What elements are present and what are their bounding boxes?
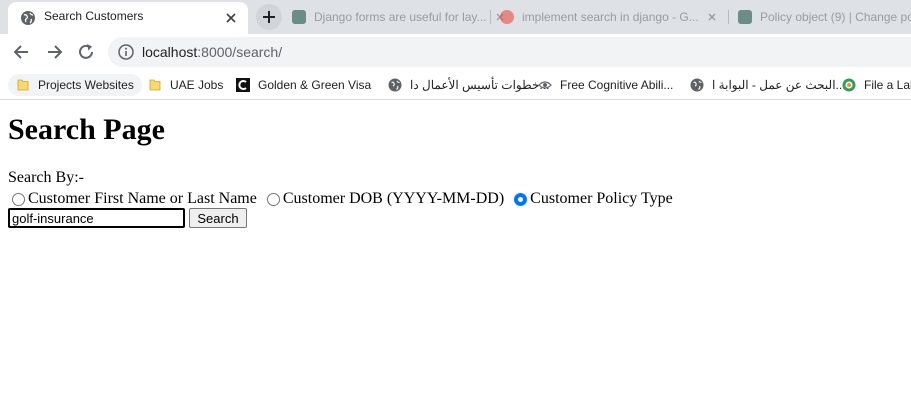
info-icon[interactable]	[118, 44, 134, 60]
bookmark-business-setup[interactable]: خطوات تأسيس الأعمال دا...	[388, 74, 549, 96]
url-path: :8000/search/	[197, 44, 283, 60]
radio-label-customer-name[interactable]: Customer First Name or Last Name	[28, 190, 257, 208]
django-icon	[292, 10, 306, 24]
tab-divider	[490, 10, 491, 24]
bookmark-label: Golden & Green Visa	[258, 78, 372, 92]
tab-title: Search Customers	[44, 9, 144, 23]
reload-icon[interactable]	[76, 42, 96, 62]
search-by-label: Search By:-	[8, 169, 84, 186]
radio-customer-policy-type[interactable]	[514, 192, 528, 206]
plus-icon	[263, 11, 275, 23]
page-content: Search Page Search By:- Customer First N…	[0, 101, 911, 409]
browser-toolbar: localhost:8000/search/	[0, 34, 911, 70]
page-title: Search Page	[8, 113, 165, 146]
tab-django-forms[interactable]: Django forms are useful for lay...	[292, 6, 505, 28]
tab-policy-object[interactable]: Policy object (9) | Change pol...	[738, 6, 911, 28]
tab-strip: Search Customers Django forms are useful…	[0, 0, 911, 34]
close-icon[interactable]	[707, 12, 717, 22]
eye-icon	[538, 81, 552, 89]
address-bar[interactable]: localhost:8000/search/	[108, 37, 911, 67]
forward-arrow-icon[interactable]	[44, 42, 64, 62]
globe-icon	[690, 78, 704, 92]
tab-title: Django forms are useful for lay...	[314, 10, 487, 24]
folder-icon	[17, 79, 29, 91]
tab-search-customers[interactable]: Search Customers	[8, 2, 248, 34]
google-icon	[500, 10, 514, 24]
back-arrow-icon[interactable]	[12, 42, 32, 62]
tab-title: Policy object (9) | Change pol...	[760, 10, 911, 24]
globe-icon	[388, 78, 402, 92]
radio-customer-dob[interactable]	[266, 192, 280, 206]
bookmark-label: Projects Websites	[38, 78, 134, 92]
bookmark-golden-green-visa[interactable]: Golden & Green Visa	[236, 74, 371, 96]
bookmark-label: خطوات تأسيس الأعمال دا...	[410, 78, 550, 92]
radio-customer-name[interactable]	[12, 192, 25, 206]
search-button[interactable]: Search	[189, 208, 247, 228]
bookmark-label: البحث عن عمل - البوابة ا...	[712, 78, 846, 92]
bookmark-label: UAE Jobs	[170, 78, 224, 92]
bookmarks-bar: Projects Websites UAE Jobs Golden & Gree…	[0, 70, 911, 100]
globe-icon	[21, 11, 35, 25]
emblem-icon	[842, 78, 856, 92]
search-type-options: Customer First Name or Last Name Custome…	[12, 189, 683, 209]
tab-divider	[728, 10, 729, 24]
django-icon	[738, 10, 752, 24]
tab-google-search[interactable]: implement search in django - G...	[500, 6, 717, 28]
c-logo-icon	[236, 78, 250, 92]
close-icon[interactable]	[224, 11, 238, 25]
new-tab-button[interactable]	[256, 4, 282, 30]
radio-label-customer-policy-type[interactable]: Customer Policy Type	[530, 190, 673, 208]
folder-icon	[149, 79, 161, 91]
bookmark-uae-jobs[interactable]: UAE Jobs	[148, 74, 223, 96]
url-text[interactable]: localhost:8000/search/	[142, 44, 282, 60]
bookmark-file-a-lab[interactable]: File a Lab	[842, 74, 911, 96]
radio-label-customer-dob[interactable]: Customer DOB (YYYY-MM-DD)	[283, 190, 504, 208]
tab-title: implement search in django - G...	[522, 10, 699, 24]
bookmark-job-search[interactable]: البحث عن عمل - البوابة ا...	[690, 74, 846, 96]
url-host: localhost	[142, 44, 198, 60]
bookmark-projects-websites[interactable]: Projects Websites	[8, 74, 142, 96]
bookmark-label: File a Lab	[864, 78, 911, 92]
bookmark-label: Free Cognitive Abili...	[560, 78, 674, 92]
bookmark-free-cognitive[interactable]: Free Cognitive Abili...	[538, 74, 673, 96]
search-input[interactable]	[8, 208, 185, 228]
